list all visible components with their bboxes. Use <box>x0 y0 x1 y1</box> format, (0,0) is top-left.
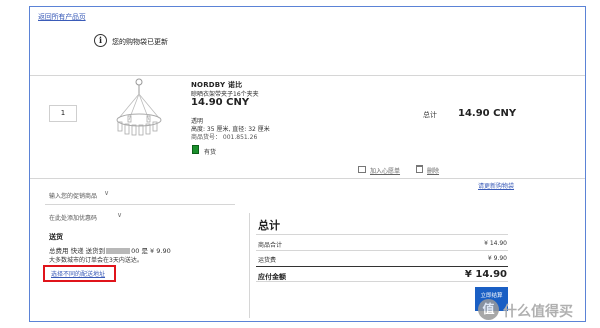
quantity-field[interactable]: 1 <box>49 105 77 122</box>
product-image[interactable] <box>113 78 165 148</box>
trash-icon[interactable] <box>416 165 423 173</box>
in-stock-icon <box>192 145 199 154</box>
shipping-cost-suffix: 00 是 ¥ 9.90 <box>131 247 171 255</box>
product-price: 14.90 CNY <box>191 97 250 108</box>
divider <box>256 281 508 282</box>
divider <box>256 234 508 235</box>
save-to-list-icon[interactable] <box>358 166 366 173</box>
update-cart-link[interactable]: 请更新购物袋 <box>478 181 514 190</box>
divider <box>30 178 585 179</box>
product-article-number: 商品货号： 001.851.26 <box>191 134 258 141</box>
divider <box>30 75 585 76</box>
subtotal-value: ¥ 14.90 <box>484 240 507 247</box>
change-address-link[interactable]: 选择不同的配送地址 <box>51 269 105 278</box>
delivery-time-note: 大多数城市的订单会在3天内送达。 <box>49 257 143 264</box>
watermark-badge: 值 <box>478 299 499 320</box>
site-watermark: 值 什么值得买 <box>475 297 597 323</box>
vertical-divider <box>249 213 250 318</box>
back-to-products-link[interactable]: 返回所有产品页 <box>38 12 86 22</box>
delete-link[interactable]: 删除 <box>427 166 439 175</box>
redacted-postcode <box>106 248 131 254</box>
amount-due-value: ¥ 14.90 <box>464 269 507 280</box>
item-total-label: 总计 <box>423 111 437 119</box>
item-total-price: 14.90 CNY <box>458 108 517 119</box>
chevron-down-icon[interactable]: ∨ <box>117 211 122 219</box>
watermark-text: 什么值得买 <box>503 304 573 320</box>
subtotal-label: 商品合计 <box>258 242 283 249</box>
shipping-title: 送货 <box>49 233 63 241</box>
shipping-fee-label: 运货费 <box>258 257 277 264</box>
cart-updated-notice: 您的购物袋已更新 <box>112 38 168 46</box>
add-to-list-link[interactable]: 加入心愿单 <box>370 166 400 175</box>
promo-code-toggle[interactable]: 输入您的促销商品 <box>49 191 97 200</box>
divider <box>45 204 235 205</box>
shipping-cost-line: 总费用 快递 送货到 00 是 ¥ 9.90 <box>49 245 171 255</box>
summary-title: 总计 <box>258 219 280 232</box>
shipping-cost-prefix: 总费用 快递 送货到 <box>49 247 106 255</box>
info-icon: i <box>94 34 107 47</box>
stock-status: 有货 <box>204 149 217 156</box>
coupon-code-toggle[interactable]: 在此处添加优惠码 <box>49 213 97 222</box>
chevron-down-icon[interactable]: ∨ <box>104 189 109 197</box>
divider <box>256 266 508 267</box>
shipping-fee-value: ¥ 9.90 <box>487 255 507 262</box>
divider <box>256 250 508 251</box>
